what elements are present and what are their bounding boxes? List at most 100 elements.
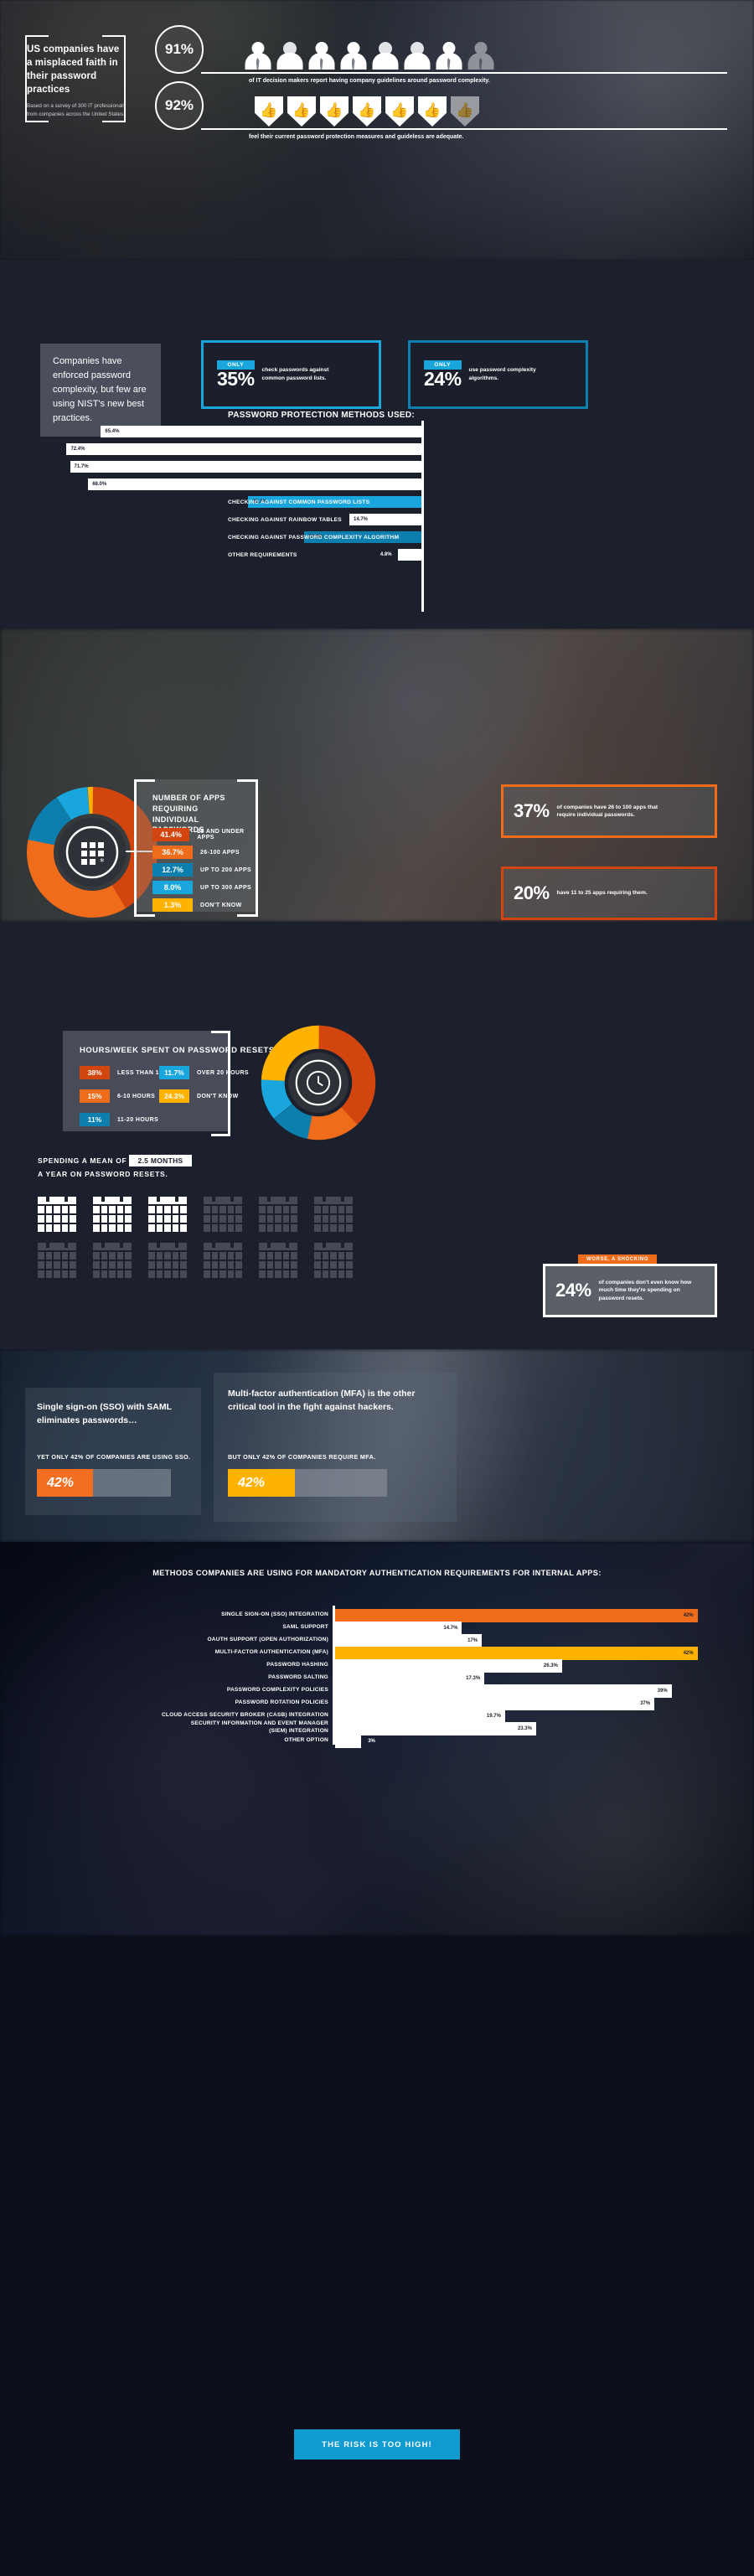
sso-progress-fill: 42% bbox=[37, 1469, 94, 1497]
nist-statement: Companies have enforced password complex… bbox=[40, 344, 161, 437]
resets-legend-row: 11.7% OVER 20 HOURS bbox=[159, 1066, 249, 1079]
apps-legend-chip: 36.7% bbox=[152, 846, 193, 859]
shield-thumbsup-icon: 👍 bbox=[320, 96, 349, 127]
apps-stat-text: have 11 to 25 apps requiring them. bbox=[556, 890, 648, 897]
methods-bar-value: 72.4% bbox=[70, 447, 85, 452]
methods-bar: 4.8% bbox=[380, 549, 421, 561]
apps-legend-label: UP TO 300 APPS bbox=[200, 884, 252, 891]
final-bar-label: MULTI-FACTOR AUTHENTICATION (MFA) bbox=[214, 1649, 328, 1655]
resets-legend-right: 11.7% OVER 20 HOURS 24.3% DON'T KNOW bbox=[159, 1066, 249, 1113]
apps-section: * NUMBER OF APPS REQUIRING INDIVIDUAL PA… bbox=[0, 628, 754, 922]
apps-legend-label: UP TO 200 APPS bbox=[200, 866, 252, 873]
mean-line-2: A YEAR ON PASSWORD RESETS. bbox=[38, 1170, 168, 1178]
apps-legend-chip: 12.7% bbox=[152, 863, 193, 877]
final-bar: 17.3% bbox=[335, 1672, 485, 1685]
sso-heading: Single sign-on (SSO) with SAML eliminate… bbox=[37, 1402, 172, 1425]
final-bar-label: CLOUD ACCESS SECURITY BROKER (CASB) INTE… bbox=[161, 1712, 328, 1718]
only-description: use password complexity algorithms. bbox=[468, 367, 536, 381]
sso-subtext: YET ONLY 42% OF COMPANIES ARE USING SSO. bbox=[37, 1453, 191, 1461]
final-bar-label: SINGLE SIGN-ON (SSO) INTEGRATION bbox=[221, 1611, 328, 1617]
mean-prefix: SPENDING A MEAN OF bbox=[38, 1156, 127, 1165]
final-bar-value: 23.3% bbox=[517, 1726, 532, 1731]
mfa-heading: Multi-factor authentication (MFA) is the… bbox=[228, 1389, 416, 1412]
only-card-35: ONLY 35% check passwords against common … bbox=[201, 340, 381, 409]
stat-circle-92: 92% bbox=[155, 81, 204, 130]
methods-bar-label: CHECKING AGAINST COMMON PASSWORD LISTS bbox=[228, 499, 370, 505]
calendar-icon bbox=[204, 1240, 242, 1278]
methods-bar-label: MINIMUM LENGTH bbox=[228, 429, 281, 435]
stat-text-92: feel their current password protection m… bbox=[249, 134, 464, 140]
person-icon bbox=[338, 42, 368, 70]
final-bar-label: OAUTH SUPPORT (OPEN AUTHORIZATION) bbox=[207, 1637, 328, 1642]
final-bar: 26.3% bbox=[335, 1659, 562, 1673]
mean-line-1: SPENDING A MEAN OF 2.5 MONTHS bbox=[38, 1155, 192, 1166]
only-percent: 35% bbox=[217, 368, 255, 390]
apps-legend-row: 12.7% UP TO 200 APPS bbox=[152, 863, 258, 877]
person-icon bbox=[275, 42, 304, 70]
methods-bar-value: 68.0% bbox=[92, 482, 107, 487]
resets-legend-row: 24.3% DON'T KNOW bbox=[159, 1089, 249, 1103]
person-icon bbox=[466, 42, 495, 70]
apps-legend-row: 8.0% UP TO 300 APPS bbox=[152, 881, 258, 894]
resets-legend-chip: 15% bbox=[80, 1089, 110, 1103]
calendar-icon bbox=[314, 1194, 353, 1232]
final-bar-value: 17.3% bbox=[466, 1676, 481, 1681]
final-bar-label: PASSWORD HASHING bbox=[266, 1662, 328, 1668]
shield-thumbsup-icon: 👍 bbox=[418, 96, 447, 127]
shield-icon-group: 👍 👍 👍 👍 👍 👍 👍 bbox=[255, 96, 479, 127]
mean-value-badge: 2.5 MONTHS bbox=[129, 1155, 192, 1166]
calendar-icon bbox=[259, 1194, 297, 1232]
banner-risk[interactable]: THE RISK IS TOO HIGH! bbox=[294, 2429, 460, 2460]
svg-text:*: * bbox=[100, 856, 105, 867]
calendar-icon bbox=[148, 1240, 187, 1278]
calendar-icon bbox=[38, 1194, 76, 1232]
calendar-icon bbox=[204, 1194, 242, 1232]
solution-section: Single sign-on (SSO) with SAML eliminate… bbox=[0, 1349, 754, 1542]
calendar-icon bbox=[93, 1240, 132, 1278]
stat-text-91: of IT decision makers report having comp… bbox=[249, 78, 490, 84]
final-bar: 42% bbox=[335, 1647, 698, 1660]
person-icon bbox=[370, 42, 400, 70]
shield-thumbsup-icon: 👍 bbox=[451, 96, 479, 127]
methods-bar: 14.7% bbox=[349, 514, 421, 525]
mfa-subtext: BUT ONLY 42% OF COMPANIES REQUIRE MFA. bbox=[228, 1453, 376, 1461]
resets-donut-svg bbox=[261, 1025, 376, 1141]
mfa-progress-label: 42% bbox=[238, 1475, 266, 1490]
hero-stat-91: 91% bbox=[155, 25, 204, 74]
resets-legend-label: OVER 20 HOURS bbox=[197, 1069, 249, 1076]
final-bar-value: 14.7% bbox=[443, 1626, 458, 1631]
only-card-24: ONLY 24% use password complexity algorit… bbox=[408, 340, 588, 409]
shield-thumbsup-icon: 👍 bbox=[255, 96, 283, 127]
methods-bar-value: 14.7% bbox=[354, 517, 369, 522]
person-icon bbox=[307, 42, 336, 70]
apps-legend-row: 1.3% DON'T KNOW bbox=[152, 898, 258, 912]
hero-section: US companies have a misplaced faith in t… bbox=[0, 0, 754, 260]
person-icon bbox=[434, 42, 463, 70]
keypad-icon: * bbox=[81, 842, 105, 867]
resets-legend-label: 6-10 HOURS bbox=[117, 1093, 156, 1099]
methods-bar-value: 65.4% bbox=[105, 429, 120, 434]
final-bar-value: 17% bbox=[467, 1638, 478, 1643]
worse-number: 24% bbox=[555, 1280, 591, 1301]
chart-axis-line bbox=[421, 421, 424, 612]
final-bar-value: 19.7% bbox=[486, 1714, 501, 1719]
calendar-icon bbox=[148, 1194, 187, 1232]
only-description: check passwords against common password … bbox=[261, 367, 329, 381]
worse-stat-box: 24% of companies don't even know how muc… bbox=[543, 1264, 717, 1317]
calendar-icon bbox=[38, 1240, 76, 1278]
person-icon bbox=[243, 42, 272, 70]
methods-bar-label: USE OF NUMBERS bbox=[228, 464, 281, 470]
final-bar: 39% bbox=[335, 1684, 672, 1698]
final-chart-section: METHODS COMPANIES ARE USING FOR MANDATOR… bbox=[0, 1542, 754, 1936]
people-icon-group bbox=[243, 42, 495, 70]
final-bar-value: 3% bbox=[368, 1739, 375, 1744]
apps-legend-label: 26-100 APPS bbox=[200, 849, 240, 856]
methods-bar-value: 4.8% bbox=[380, 552, 392, 557]
resets-title: HOURS/WEEK SPENT ON PASSWORD RESETS bbox=[80, 1046, 275, 1055]
final-bar-value: 37% bbox=[640, 1701, 651, 1706]
apps-legend-label: DON'T KNOW bbox=[200, 902, 242, 908]
apps-stat-37: 37% of companies have 26 to 100 apps tha… bbox=[501, 784, 717, 838]
apps-legend-row: 36.7% 26-100 APPS bbox=[152, 846, 258, 859]
resets-legend-label: DON'T KNOW bbox=[197, 1093, 239, 1099]
apps-stat-text: of companies have 26 to 100 apps that re… bbox=[556, 804, 658, 818]
